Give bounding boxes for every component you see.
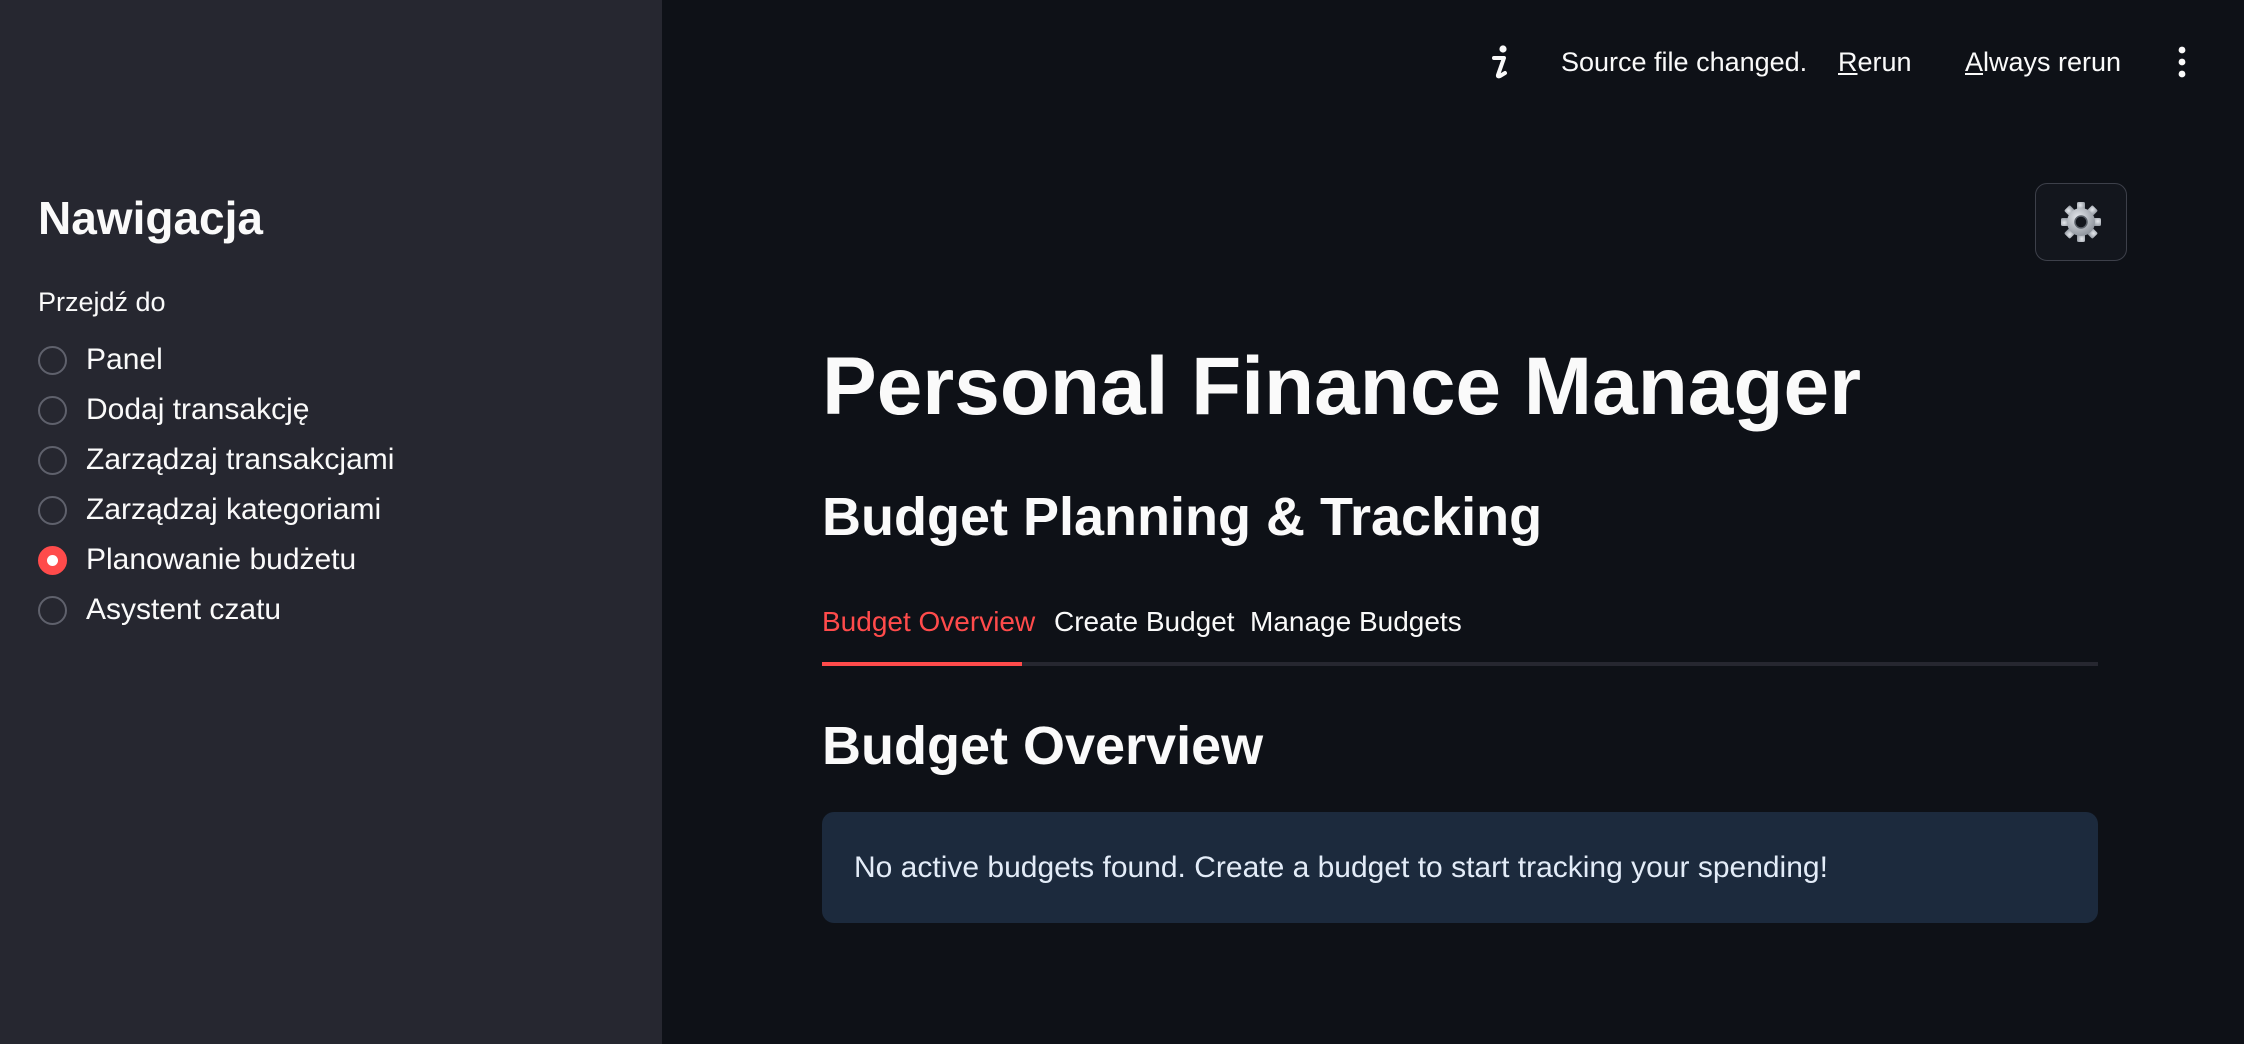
page-title: Personal Finance Manager [822,341,1862,432]
always-rerun-label: lways rerun [1983,47,2122,77]
radio-option-label: Asystent czatu [86,593,282,626]
tab-manage-budgets[interactable]: Manage Budgets [1250,604,1462,640]
radio-option-label: Zarządzaj transakcjami [86,443,395,476]
app-window: Nawigacja Przejdź do Panel Dodaj transak… [0,0,2244,1044]
radio-option-panel[interactable]: Panel [38,335,394,385]
info-alert-message: No active budgets found. Create a budget… [854,850,1828,884]
settings-button[interactable] [2035,183,2127,261]
tab-bar: Budget Overview Create Budget Manage Bud… [822,600,2098,666]
radio-button[interactable] [38,595,67,625]
radio-option-label: Panel [86,343,163,376]
sidebar: Nawigacja Przejdź do Panel Dodaj transak… [0,0,662,1044]
radio-option-label: Dodaj transakcję [86,393,310,426]
radio-option-label: Planowanie budżetu [86,543,357,576]
radio-group-label: Przejdź do [38,287,166,317]
always-rerun-button[interactable]: Always rerun [1965,44,2121,80]
active-tab-indicator [822,662,1022,666]
radio-option-add-transaction[interactable]: Dodaj transakcję [38,385,394,435]
radio-option-budget-planning[interactable]: Planowanie budżetu [38,535,394,585]
rerun-accel-key: R [1838,47,1858,77]
radio-button-selected[interactable] [38,545,67,575]
tab-budget-overview[interactable]: Budget Overview [822,604,1035,640]
info-icon [1492,45,1507,79]
always-rerun-accel-key: A [1965,47,1984,77]
radio-option-manage-transactions[interactable]: Zarządzaj transakcjami [38,435,394,485]
rerun-label: erun [1857,47,1912,77]
navigation-radio-group: Panel Dodaj transakcję Zarządzaj transak… [38,335,394,635]
info-alert: No active budgets found. Create a budget… [822,812,2098,923]
radio-button[interactable] [38,395,67,425]
rerun-button[interactable]: Rerun [1838,44,1912,80]
radio-button[interactable] [38,495,67,525]
radio-option-chat-assistant[interactable]: Asystent czatu [38,585,394,635]
source-changed-status: Source file changed. [1561,47,1808,77]
radio-button[interactable] [38,445,67,475]
page-subtitle: Budget Planning & Tracking [822,487,1543,547]
section-title: Budget Overview [822,716,1264,776]
sidebar-title: Nawigacja [38,192,263,244]
tab-create-budget[interactable]: Create Budget [1054,604,1235,640]
radio-option-manage-categories[interactable]: Zarządzaj kategoriami [38,485,394,535]
gear-icon [2061,202,2101,242]
vertical-ellipsis-icon[interactable] [2172,44,2192,80]
radio-option-label: Zarządzaj kategoriami [86,493,382,526]
radio-button[interactable] [38,345,67,375]
